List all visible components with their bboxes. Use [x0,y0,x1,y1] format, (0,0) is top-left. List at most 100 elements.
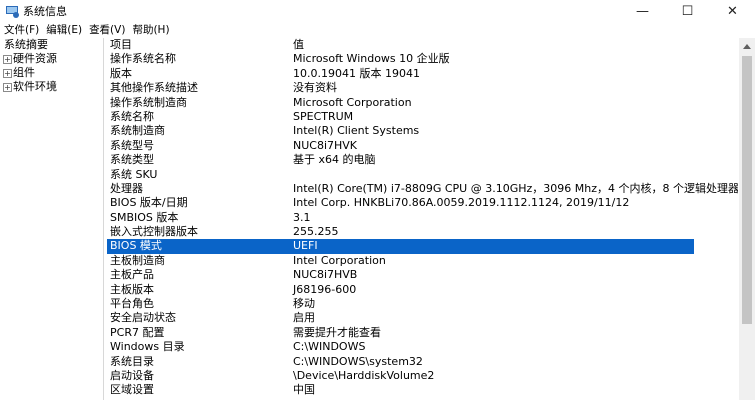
table-row[interactable]: 版本 10.0.19041 版本 19041 [107,67,738,81]
cell-item: 系统名称 [110,109,154,123]
tree-item-label: 硬件资源 [13,52,57,65]
tree-item-label: 软件环境 [13,80,57,93]
table-row[interactable]: BIOS 模式 UEFI [107,239,738,254]
table-row[interactable]: 系统制造商 Intel(R) Client Systems [107,124,738,138]
table-row[interactable]: 系统 SKU [107,168,738,182]
tree-item-system-summary[interactable]: 系统摘要 [2,38,103,52]
table-row[interactable]: 启动设备 \Device\HarddiskVolume2 [107,369,738,383]
cell-value: Intel Corporation [293,253,386,267]
cell-value: Microsoft Windows 10 企业版 [293,52,450,66]
table-row[interactable]: 主板版本 J68196-600 [107,283,738,297]
table-row[interactable]: 其他操作系统描述 没有资料 [107,81,738,95]
table-header: 项目 值 [107,38,738,52]
selection-highlight [107,239,694,254]
table-row[interactable]: 系统类型 基于 x64 的电脑 [107,153,738,167]
cell-value: 10.0.19041 版本 19041 [293,66,420,80]
cell-item: 系统制造商 [110,124,165,138]
cell-item: 启动设备 [110,368,154,382]
title-bar: 系统信息 — ☐ ✕ [0,0,755,22]
table-row[interactable]: 系统型号 NUC8i7HVK [107,139,738,153]
table-row[interactable]: 安全启动状态 启用 [107,311,738,325]
table-row[interactable]: SMBIOS 版本 3.1 [107,211,738,225]
cell-item: BIOS 模式 [110,239,162,253]
cell-value: SPECTRUM [293,109,354,123]
window-title: 系统信息 [23,5,67,18]
table-row[interactable]: BIOS 版本/日期 Intel Corp. HNKBLi70.86A.0059.… [107,196,738,210]
tree-item-components[interactable]: + 组件 [2,66,103,80]
cell-value: 255.255 [293,225,339,239]
cell-item: 系统 SKU [110,167,158,181]
cell-item: 操作系统制造商 [110,95,187,109]
cell-value: C:\WINDOWS [293,340,366,354]
table-row[interactable]: 嵌入式控制器版本 255.255 [107,225,738,239]
cell-item: Windows 目录 [110,340,185,354]
system-info-icon [6,5,19,18]
tree-item-software-environment[interactable]: + 软件环境 [2,80,103,94]
cell-item: 嵌入式控制器版本 [110,225,198,239]
cell-item: 区域设置 [110,383,154,397]
cell-item: BIOS 版本/日期 [110,196,188,210]
table-row[interactable]: PCR7 配置 需要提升才能查看 [107,326,738,340]
table-row[interactable]: 主板产品 NUC8i7HVB [107,268,738,282]
cell-value: 基于 x64 的电脑 [293,153,376,167]
cell-item: SMBIOS 版本 [110,210,179,224]
menu-file[interactable]: 文件(F) [1,23,42,37]
table-row[interactable]: 系统名称 SPECTRUM [107,110,738,124]
maximize-button[interactable]: ☐ [665,0,710,22]
cell-value: NUC8i7HVB [293,268,358,282]
menu-bar: 文件(F) 编辑(E) 查看(V) 帮助(H) [0,22,755,37]
column-header-item[interactable]: 项目 [110,38,132,52]
column-header-value[interactable]: 值 [293,38,304,52]
expand-icon[interactable]: + [3,54,12,64]
tree-item-hardware-resources[interactable]: + 硬件资源 [2,52,103,66]
table-row[interactable]: 区域设置 中国 [107,383,738,397]
cell-value: 没有资料 [293,81,337,95]
cell-item: 主板版本 [110,282,154,296]
cell-item: 系统类型 [110,153,154,167]
details-table: 项目 值 操作系统名称 Microsoft Windows 10 企业版 版本 10.… [107,38,738,400]
cell-value: 移动 [293,297,315,311]
tree-item-label: 系统摘要 [4,38,48,51]
close-button[interactable]: ✕ [710,0,755,22]
minimize-button[interactable]: — [620,0,665,22]
menu-help[interactable]: 帮助(H) [129,23,172,37]
cell-value: NUC8i7HVK [293,138,358,152]
cell-value: Intel(R) Core(TM) i7-8809G CPU @ 3.10GHz… [293,181,738,195]
table-row[interactable]: 操作系统制造商 Microsoft Corporation [107,96,738,110]
cell-value: Microsoft Corporation [293,95,412,109]
cell-value: J68196-600 [293,282,357,296]
cell-item: 主板制造商 [110,253,165,267]
table-row[interactable]: 系统目录 C:\WINDOWS\system32 [107,355,738,369]
scroll-up-arrow-icon[interactable] [739,38,755,54]
cell-item: 处理器 [110,181,143,195]
scroll-thumb[interactable] [742,56,752,325]
cell-value: Intel(R) Client Systems [293,124,420,138]
expand-icon[interactable]: + [3,82,12,92]
table-row[interactable]: 处理器 Intel(R) Core(TM) i7-8809G CPU @ 3.10… [107,182,738,196]
cell-item: 主板产品 [110,268,154,282]
table-row[interactable]: 平台角色 移动 [107,297,738,311]
table-row[interactable]: Windows 目录 C:\WINDOWS [107,340,738,354]
table-row[interactable]: 主板制造商 Intel Corporation [107,254,738,268]
table-row[interactable]: 操作系统名称 Microsoft Windows 10 企业版 [107,52,738,66]
cell-value: Intel Corp. HNKBLi70.86A.0059.2019.1112.… [293,196,630,210]
tree-item-label: 组件 [13,66,35,79]
expand-icon[interactable]: + [3,68,12,78]
cell-value: 启用 [293,311,315,325]
cell-value: UEFI [293,239,318,253]
cell-item: 系统目录 [110,354,154,368]
cell-item: PCR7 配置 [110,325,165,339]
cell-value: 3.1 [293,210,311,224]
cell-item: 操作系统名称 [110,52,176,66]
vertical-scrollbar[interactable] [739,38,755,400]
cell-value: 中国 [293,383,315,397]
menu-edit[interactable]: 编辑(E) [43,23,85,37]
cell-item: 系统型号 [110,138,154,152]
menu-view[interactable]: 查看(V) [86,23,128,37]
cell-item: 安全启动状态 [110,311,176,325]
category-tree: 系统摘要 + 硬件资源 + 组件 + 软件环境 [2,38,104,400]
cell-value: C:\WINDOWS\system32 [293,354,423,368]
cell-value: \Device\HarddiskVolume2 [293,368,435,382]
cell-value: 需要提升才能查看 [293,325,381,339]
cell-item: 其他操作系统描述 [110,81,198,95]
